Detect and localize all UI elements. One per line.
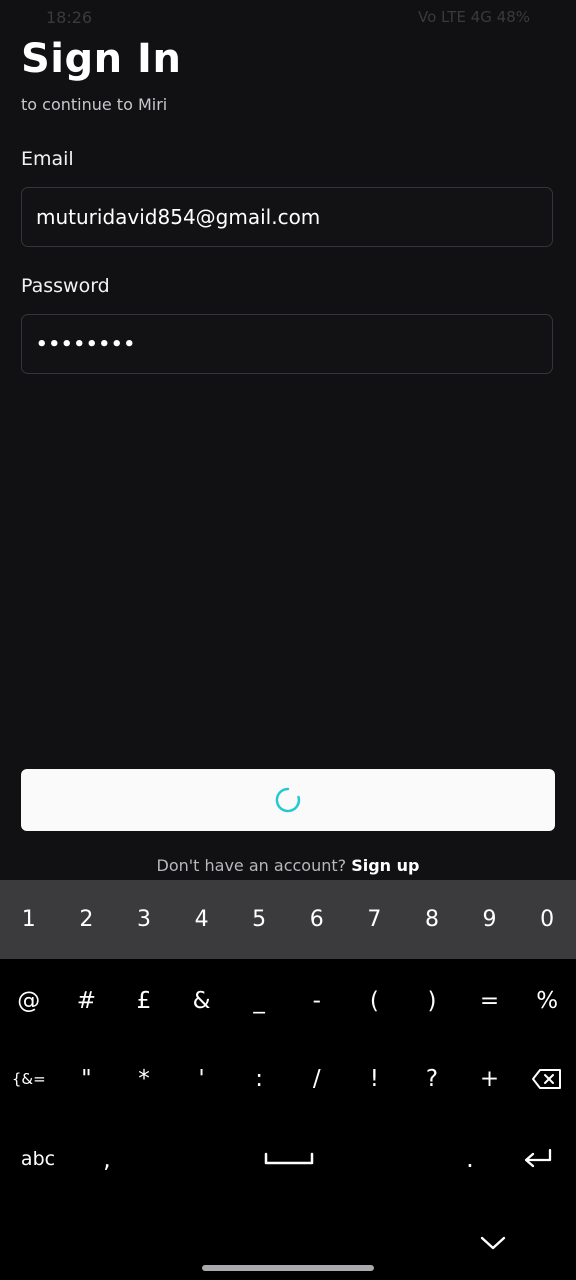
key-underscore[interactable]: _ (230, 963, 288, 1039)
key-open-paren[interactable]: ( (346, 963, 404, 1039)
key-plus[interactable]: + (461, 1041, 519, 1117)
keyboard: 1 2 3 4 5 6 7 8 9 0 @ # £ & _ - ( ) = % … (0, 880, 576, 1280)
key-close-paren[interactable]: ) (403, 963, 461, 1039)
status-indicators: Vo LTE 4G 48% (417, 8, 530, 26)
password-label: Password (21, 275, 110, 297)
email-value: muturidavid854@gmail.com (36, 205, 321, 229)
status-time: 18:26 (46, 8, 93, 27)
hide-keyboard-chevron-down-icon[interactable] (478, 1232, 508, 1254)
key-single-quote[interactable]: ' (173, 1041, 231, 1117)
key-4[interactable]: 4 (173, 880, 231, 959)
key-0[interactable]: 0 (518, 880, 576, 959)
page-subtitle: to continue to Miri (21, 95, 168, 114)
home-indicator[interactable] (202, 1265, 374, 1271)
page-title: Sign In (21, 36, 182, 82)
key-asterisk[interactable]: * (115, 1041, 173, 1117)
key-more-symbols[interactable]: {&= (0, 1041, 58, 1117)
signup-prompt: Don't have an account? (156, 856, 347, 875)
key-8[interactable]: 8 (403, 880, 461, 959)
key-3[interactable]: 3 (115, 880, 173, 959)
space-key[interactable] (138, 1118, 440, 1200)
key-period[interactable]: . (440, 1118, 500, 1200)
key-comma[interactable]: , (76, 1118, 138, 1200)
backspace-icon (532, 1069, 562, 1089)
key-percent[interactable]: % (518, 963, 576, 1039)
loading-spinner-icon (275, 787, 301, 813)
key-question[interactable]: ? (403, 1041, 461, 1117)
key-exclamation[interactable]: ! (346, 1041, 404, 1117)
signup-prompt-line: Don't have an account? Sign up (0, 856, 576, 875)
key-at[interactable]: @ (0, 963, 58, 1039)
space-bar-icon (264, 1152, 314, 1165)
status-bar: 18:26 Vo LTE 4G 48% (0, 0, 576, 36)
key-hash[interactable]: # (58, 963, 116, 1039)
key-colon[interactable]: : (230, 1041, 288, 1117)
key-equals[interactable]: = (461, 963, 519, 1039)
key-1[interactable]: 1 (0, 880, 58, 959)
key-ampersand[interactable]: & (173, 963, 231, 1039)
sign-in-screen: 18:26 Vo LTE 4G 48% Sign In to continue … (0, 0, 576, 1280)
key-5[interactable]: 5 (230, 880, 288, 959)
keyboard-symbol-row-2: {&= " * ' : / ! ? + (0, 1041, 576, 1117)
keyboard-bottom-row: abc , . (0, 1118, 576, 1200)
keyboard-symbol-row-1: @ # £ & _ - ( ) = % (0, 963, 576, 1039)
enter-key[interactable] (500, 1118, 576, 1200)
key-pound[interactable]: £ (115, 963, 173, 1039)
key-2[interactable]: 2 (58, 880, 116, 959)
key-double-quote[interactable]: " (58, 1041, 116, 1117)
enter-icon (524, 1148, 552, 1168)
key-slash[interactable]: / (288, 1041, 346, 1117)
password-value: •••••••• (36, 333, 137, 355)
key-9[interactable]: 9 (461, 880, 519, 959)
email-field[interactable]: muturidavid854@gmail.com (21, 187, 553, 247)
keyboard-number-row: 1 2 3 4 5 6 7 8 9 0 (0, 880, 576, 959)
key-abc[interactable]: abc (0, 1118, 76, 1200)
sign-in-button[interactable] (21, 769, 555, 831)
email-label: Email (21, 148, 74, 170)
backspace-key[interactable] (518, 1041, 576, 1117)
key-6[interactable]: 6 (288, 880, 346, 959)
key-hyphen[interactable]: - (288, 963, 346, 1039)
signup-link[interactable]: Sign up (351, 856, 419, 875)
password-field[interactable]: •••••••• (21, 314, 553, 374)
key-7[interactable]: 7 (346, 880, 404, 959)
